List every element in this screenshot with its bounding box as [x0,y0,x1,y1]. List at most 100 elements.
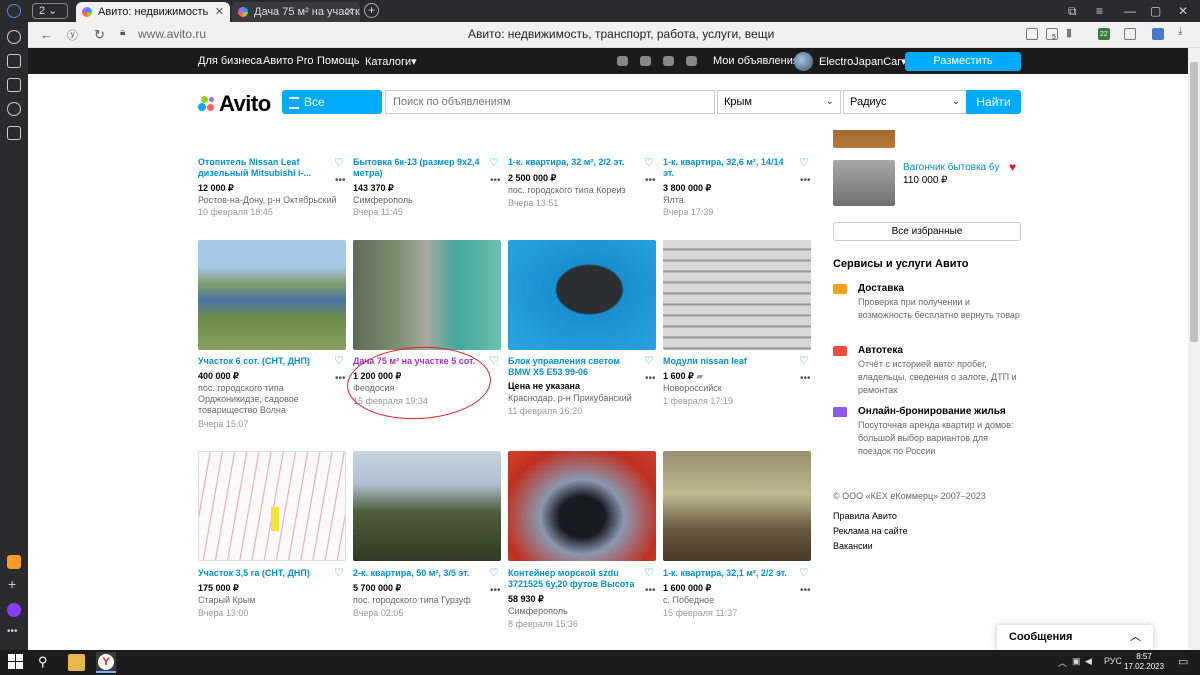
search-input[interactable] [385,90,715,114]
market-app-icon[interactable] [7,555,21,569]
listing-photo[interactable] [353,240,501,350]
listing-card[interactable]: Участок 3,5 га (СНТ, ДНП) ♡ 175 000 ₽ Ст… [198,451,348,650]
listing-title[interactable]: Бытовка 6к-13 (размер 9х2,4 метра) [353,157,481,179]
pages-icon[interactable] [7,126,21,140]
listing-title[interactable]: Контейнер морской szdu 3721525 6у,20 фут… [508,568,636,590]
service-title[interactable]: Автотека [858,345,903,356]
listing-title[interactable]: Участок 6 сот. (СНТ, ДНП) [198,356,326,367]
link-avito-pro[interactable]: Авито Pro [263,55,314,67]
messages-icon[interactable] [663,56,674,66]
all-categories-button[interactable]: Все категории [282,90,382,133]
favorite-heart-icon[interactable]: ♡ [334,566,344,579]
url-text[interactable]: www.avito.ru [138,27,206,41]
maximize-icon[interactable]: ▢ [1150,4,1161,18]
favorite-heart-icon[interactable]: ♡ [334,156,344,169]
profile-icon[interactable] [1152,28,1164,40]
clock[interactable]: 8:57 17.02.2023 [1124,652,1164,672]
yandex-browser-taskbar-icon[interactable]: Y [96,652,116,673]
listing-title[interactable]: 1-к. квартира, 32,1 м², 2/2 эт. [663,568,791,579]
favorite-heart-filled-icon[interactable]: ♥ [1009,160,1016,174]
favorite-heart-icon[interactable]: ♡ [799,566,809,579]
shirt-icon[interactable] [1124,28,1136,40]
listing-photo[interactable] [353,451,501,561]
tab-avito[interactable]: Авито: недвижимость ✕ [76,2,230,22]
all-favorites-button[interactable]: Все избранные [833,222,1021,241]
tab-dacha[interactable]: Дача 75 м² на участке 5 с✕ [232,2,360,22]
windows-start-icon[interactable] [8,654,25,671]
listing-title[interactable]: Участок 3,5 га (СНТ, ДНП) [198,568,326,579]
post-ad-button[interactable]: Разместить объявление [905,52,1021,86]
favorite-heart-icon[interactable]: ♡ [489,156,499,169]
service-title[interactable]: Доставка [858,283,904,294]
favorite-heart-icon[interactable]: ♡ [644,566,654,579]
avito-logo[interactable]: Avito [198,91,271,117]
listing-card[interactable]: 1-к. квартира, 32 м², 2/2 эт. ♡ ••• 2 50… [508,130,658,220]
minimize-icon[interactable]: — [1124,4,1136,18]
bookmark-icon[interactable]: ⧉ [1068,4,1077,19]
bookmark-add-icon[interactable]: ▮ [1066,26,1078,39]
listing-photo[interactable] [508,240,656,350]
listing-card[interactable]: 1-к. квартира, 32,1 м², 2/2 эт. ♡ ••• 1 … [663,451,813,650]
more-options-icon[interactable]: ••• [335,373,346,384]
listing-card[interactable]: Бытовка 6к-13 (размер 9х2,4 метра) ♡ •••… [353,130,503,220]
favorite-heart-icon[interactable]: ♡ [334,354,344,367]
more-options-icon[interactable]: ••• [645,585,656,596]
listing-title[interactable]: 1-к. квартира, 32 м², 2/2 эт. [508,157,636,168]
find-button[interactable]: Найти [966,90,1021,114]
translate-icon[interactable] [1026,28,1038,40]
chevron-up-icon[interactable]: ︿ [1130,625,1141,650]
browser-logo-icon[interactable] [7,4,21,18]
reload-icon[interactable]: ↻ [94,27,105,43]
add-app-icon[interactable]: + [8,576,16,592]
close-icon[interactable]: ✕ [215,2,224,22]
listing-title[interactable]: Модули nissan leaf [663,356,791,367]
yandex-icon[interactable]: ⓨ [67,27,78,43]
listing-photo[interactable] [198,240,346,350]
favorite-photo[interactable] [833,160,895,206]
listing-card[interactable]: Контейнер морской szdu 3721525 6у,20 фут… [508,451,658,650]
favorites-heart-icon[interactable] [617,56,628,66]
window-close-icon[interactable]: ✕ [1178,4,1188,18]
favorite-heart-icon[interactable]: ♡ [799,354,809,367]
avatar[interactable] [794,52,813,71]
footer-link-rules[interactable]: Правила Авито [833,511,897,521]
menu-icon[interactable]: ≡ [1096,4,1103,18]
new-tab-button[interactable]: + [364,3,379,18]
listing-card[interactable]: Блок управления светом BMW X5 E53 99-06 … [508,240,658,440]
radius-select[interactable]: Радиус ⌄ [843,90,967,114]
listing-card[interactable]: Модули nissan leaf ♡ ••• 1 600 ₽ ▰ Новор… [663,240,813,440]
listing-photo[interactable] [663,240,811,350]
footer-link-ads[interactable]: Реклама на сайте [833,526,908,536]
listing-title[interactable]: Блок управления светом BMW X5 E53 99-06 [508,356,636,378]
scrollbar-thumb[interactable] [1190,62,1198,342]
favorite-heart-icon[interactable]: ♡ [489,354,499,367]
listing-photo[interactable] [663,451,811,561]
footer-link-jobs[interactable]: Вакансии [833,541,873,551]
link-my-ads[interactable]: Мои объявления [713,55,799,67]
favorite-heart-icon[interactable]: ♡ [644,354,654,367]
user-menu[interactable]: ElectroJapanCar▾ [819,55,906,68]
video-icon[interactable] [7,102,21,116]
listing-photo[interactable] [198,451,346,561]
listing-card[interactable]: 1-к. квартира, 32,6 м², 14/14 эт. ♡ ••• … [663,130,813,220]
page-scrollbar[interactable] [1188,48,1200,650]
favorite-photo[interactable] [833,130,895,148]
favorite-title[interactable]: Вагончик бытовка 6у [903,162,999,173]
more-options-icon[interactable]: ••• [335,175,346,186]
link-catalogs[interactable]: Каталоги▾ [365,55,417,68]
search-icon[interactable]: ⚲ [38,654,55,671]
listing-card[interactable]: Участок 6 сот. (СНТ, ДНП) ♡ ••• 400 000 … [198,240,348,440]
link-business[interactable]: Для бизнеса [198,55,262,67]
link-help[interactable]: Помощь [317,55,360,67]
back-icon[interactable]: ← [40,27,53,42]
notifications-bell-icon[interactable] [640,56,651,66]
download-icon[interactable]: ⤓ [1178,26,1190,38]
service-title[interactable]: Онлайн-бронирование жилья [858,406,1006,417]
network-icon[interactable]: ▣ [1072,656,1081,667]
region-select[interactable]: Крым ⌄ [717,90,841,114]
history-icon[interactable] [7,30,21,44]
listing-title[interactable]: 1-к. квартира, 32,6 м², 14/14 эт. [663,157,791,179]
messages-widget[interactable]: Сообщения ︿ [997,625,1153,650]
tab-counter[interactable]: 2 ⌄ [32,3,68,19]
cart-icon[interactable] [686,56,697,66]
